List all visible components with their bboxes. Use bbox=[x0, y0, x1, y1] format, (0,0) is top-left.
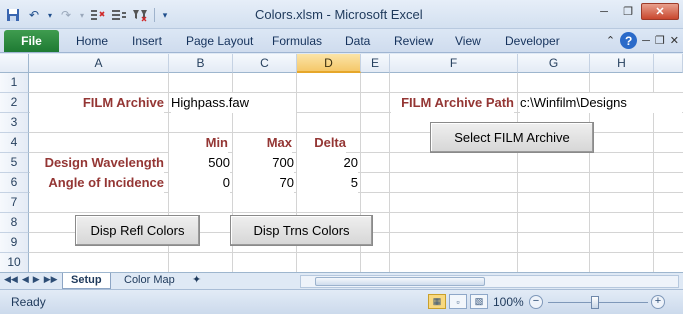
redo-icon[interactable]: ↷ bbox=[57, 6, 75, 24]
zoom-out-icon[interactable]: − bbox=[529, 295, 543, 309]
column-header-f[interactable]: F bbox=[390, 54, 518, 73]
tab-file[interactable]: File bbox=[4, 30, 59, 52]
horizontal-scroll-thumb[interactable] bbox=[315, 277, 485, 286]
column-header-h[interactable]: H bbox=[590, 54, 654, 73]
cell-g2-film-archive-path-value[interactable]: c:\Winfilm\Designs bbox=[520, 93, 682, 113]
cell-d4-delta-header[interactable]: Delta bbox=[297, 133, 346, 153]
horizontal-scrollbar[interactable] bbox=[300, 275, 679, 288]
undo-icon[interactable]: ↶ bbox=[25, 6, 43, 24]
select-film-archive-button[interactable]: Select FILM Archive bbox=[430, 122, 594, 153]
cell-d6-angle-delta[interactable]: 5 bbox=[297, 173, 358, 193]
workbook-close-icon[interactable]: ✕ bbox=[670, 34, 679, 47]
cell-c6-angle-max[interactable]: 70 bbox=[233, 173, 294, 193]
insert-rows-icon[interactable] bbox=[89, 6, 107, 24]
ribbon-icons: ⌃ ? ─ ❐ ✕ bbox=[606, 32, 679, 49]
column-header-e[interactable]: E bbox=[361, 54, 390, 73]
tab-formulas[interactable]: Formulas bbox=[272, 34, 322, 48]
status-ready: Ready bbox=[11, 295, 46, 309]
cell-b6-angle-min[interactable]: 0 bbox=[169, 173, 230, 193]
sheet-tab-setup[interactable]: Setup bbox=[62, 273, 111, 289]
row-header-2[interactable]: 2 bbox=[0, 93, 29, 113]
column-header-overflow bbox=[654, 54, 683, 73]
row-header-6[interactable]: 6 bbox=[0, 173, 29, 193]
disp-refl-colors-button[interactable]: Disp Refl Colors bbox=[75, 215, 200, 246]
restore-icon[interactable]: ❐ bbox=[617, 3, 639, 20]
column-header-c[interactable]: C bbox=[233, 54, 297, 73]
cell-a2-film-archive-label[interactable]: FILM Archive bbox=[30, 93, 164, 113]
tab-view[interactable]: View bbox=[455, 34, 481, 48]
disp-trns-colors-button[interactable]: Disp Trns Colors bbox=[230, 215, 373, 246]
cell-b5-design-wavelength-min[interactable]: 500 bbox=[169, 153, 230, 173]
zoom-level[interactable]: 100% bbox=[493, 295, 524, 309]
gridline bbox=[29, 212, 683, 213]
tab-page-layout[interactable]: Page Layout bbox=[186, 34, 253, 48]
help-icon[interactable]: ? bbox=[620, 32, 638, 49]
window-title: Colors.xlsm - Microsoft Excel bbox=[255, 7, 423, 22]
title-bar: ↶ ▾ ↷ ▾ ▾ Colors.xlsm - Microsoft Excel … bbox=[0, 0, 683, 29]
row-header-4[interactable]: 4 bbox=[0, 133, 29, 153]
column-header-b[interactable]: B bbox=[169, 54, 233, 73]
tab-insert[interactable]: Insert bbox=[132, 34, 162, 48]
tab-home[interactable]: Home bbox=[76, 34, 108, 48]
first-sheet-icon[interactable]: ◀◀ bbox=[4, 274, 18, 285]
tab-data[interactable]: Data bbox=[345, 34, 370, 48]
undo-dropdown-icon[interactable]: ▾ bbox=[46, 6, 54, 24]
zoom-slider-thumb[interactable] bbox=[591, 296, 599, 309]
cell-b2-film-archive-value[interactable]: Highpass.faw bbox=[171, 93, 296, 113]
toolbar-separator bbox=[154, 8, 155, 22]
sheet-navigation: ◀◀ ◀ ▶ ▶▶ bbox=[4, 274, 58, 285]
filter-icon[interactable] bbox=[131, 6, 149, 24]
sheet-tab-color-map[interactable]: Color Map bbox=[116, 273, 183, 289]
column-header-g[interactable]: G bbox=[518, 54, 590, 73]
previous-sheet-icon[interactable]: ◀ bbox=[22, 274, 29, 285]
quick-access-toolbar: ↶ ▾ ↷ ▾ ▾ bbox=[4, 5, 170, 25]
row-header-1[interactable]: 1 bbox=[0, 73, 29, 93]
delete-rows-icon[interactable] bbox=[110, 6, 128, 24]
minimize-icon[interactable]: ─ bbox=[593, 3, 615, 20]
view-buttons: ▦ ▫ ▧ bbox=[428, 294, 488, 309]
page-break-view-icon[interactable]: ▧ bbox=[470, 294, 488, 309]
redo-dropdown-icon[interactable]: ▾ bbox=[78, 6, 86, 24]
worksheet-grid[interactable]: A B C D E F G H 1 2 3 4 5 6 7 8 9 10 FIL… bbox=[0, 54, 683, 272]
cell-a6-angle-of-incidence-label[interactable]: Angle of Incidence bbox=[30, 173, 164, 193]
cell-d5-design-wavelength-delta[interactable]: 20 bbox=[297, 153, 358, 173]
cell-a5-design-wavelength-label[interactable]: Design Wavelength bbox=[30, 153, 164, 173]
row-header-10[interactable]: 10 bbox=[0, 253, 29, 272]
cell-f2-film-archive-path-label[interactable]: FILM Archive Path bbox=[391, 93, 514, 113]
page-layout-view-icon[interactable]: ▫ bbox=[449, 294, 467, 309]
tab-review[interactable]: Review bbox=[394, 34, 433, 48]
row-header-5[interactable]: 5 bbox=[0, 153, 29, 173]
cell-c4-max-header[interactable]: Max bbox=[233, 133, 292, 153]
window-controls: ─ ❐ ✕ bbox=[593, 3, 679, 20]
column-header-a[interactable]: A bbox=[29, 54, 169, 73]
row-header-8[interactable]: 8 bbox=[0, 213, 29, 233]
status-bar: Ready ▦ ▫ ▧ 100% − + bbox=[0, 289, 683, 314]
insert-worksheet-icon[interactable]: ✦ bbox=[188, 273, 205, 289]
workbook-minimize-icon[interactable]: ─ bbox=[642, 35, 650, 47]
sheet-tabs-bar: ◀◀ ◀ ▶ ▶▶ Setup Color Map ✦ bbox=[0, 272, 683, 289]
row-header-3[interactable]: 3 bbox=[0, 113, 29, 133]
column-header-d[interactable]: D bbox=[297, 54, 361, 73]
normal-view-icon[interactable]: ▦ bbox=[428, 294, 446, 309]
zoom-in-icon[interactable]: + bbox=[651, 295, 665, 309]
row-header-7[interactable]: 7 bbox=[0, 193, 29, 213]
close-icon[interactable]: ✕ bbox=[641, 3, 679, 20]
last-sheet-icon[interactable]: ▶▶ bbox=[44, 274, 58, 285]
tab-developer[interactable]: Developer bbox=[505, 34, 560, 48]
gridline bbox=[29, 252, 683, 253]
minimize-ribbon-icon[interactable]: ⌃ bbox=[606, 34, 615, 47]
cell-c5-design-wavelength-max[interactable]: 700 bbox=[233, 153, 294, 173]
save-icon[interactable] bbox=[4, 6, 22, 24]
cell-b4-min-header[interactable]: Min bbox=[169, 133, 228, 153]
customize-icon[interactable]: ▾ bbox=[160, 6, 170, 24]
select-all-corner[interactable] bbox=[0, 54, 29, 73]
ribbon-tabs: File Home Insert Page Layout Formulas Da… bbox=[0, 29, 683, 53]
row-header-9[interactable]: 9 bbox=[0, 233, 29, 253]
workbook-restore-icon[interactable]: ❐ bbox=[655, 34, 665, 47]
next-sheet-icon[interactable]: ▶ bbox=[33, 274, 40, 285]
